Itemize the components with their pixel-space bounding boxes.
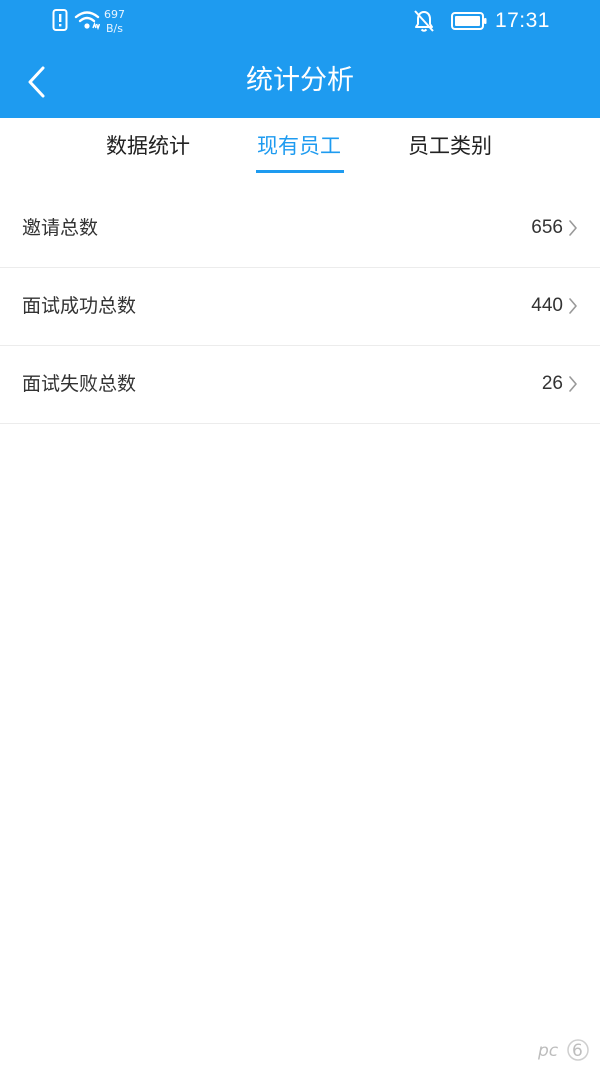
chevron-right-icon — [569, 298, 577, 314]
battery-icon — [450, 12, 487, 30]
status-bar-left: 697 B/s — [52, 8, 125, 36]
tab-bar: 数据统计 现有员工 员工类别 — [0, 118, 600, 182]
list-item-value-group: 440 — [531, 292, 578, 320]
network-speed-value: 697 — [104, 8, 125, 21]
list-item-value-group: 656 — [531, 214, 578, 242]
page-title: 统计分析 — [246, 65, 354, 96]
list-item-invite-total[interactable]: 邀请总数 656 — [0, 190, 600, 268]
list-item-value: 440 — [531, 295, 563, 316]
network-speed-unit: B/s — [106, 22, 123, 35]
tab-employee-categories[interactable]: 员工类别 — [408, 131, 492, 171]
alert-icon — [52, 9, 68, 31]
tab-current-employees[interactable]: 现有员工 — [257, 131, 341, 171]
pc6-watermark-logo: pc 6 — [537, 1039, 589, 1061]
list-item-value: 656 — [531, 217, 563, 238]
list-item-label: 面试失败总数 — [22, 373, 137, 395]
list-item-label: 面试成功总数 — [22, 295, 137, 317]
svg-text:6: 6 — [572, 1041, 583, 1061]
status-bar: 697 B/s 17:31 — [0, 0, 600, 44]
list-item-interview-fail-total[interactable]: 面试失败总数 26 — [0, 346, 600, 424]
list-item-value-group: 26 — [542, 370, 578, 398]
chevron-right-icon — [569, 376, 577, 392]
tab-data-statistics[interactable]: 数据统计 — [106, 131, 190, 171]
svg-text:pc: pc — [537, 1041, 559, 1061]
list-item-interview-success-total[interactable]: 面试成功总数 440 — [0, 268, 600, 346]
network-speed: 697 B/s — [104, 8, 125, 36]
chevron-right-icon — [569, 220, 577, 236]
list-item-value: 26 — [541, 373, 563, 394]
active-tab-indicator — [256, 170, 344, 173]
app-header: 697 B/s 17:31 统计分析 — [0, 0, 600, 118]
wifi-icon — [74, 11, 100, 31]
status-bar-right: 17:31 — [413, 9, 550, 33]
bell-off-icon — [414, 10, 434, 32]
statistics-list: 邀请总数 656 面试成功总数 440 面试失败总数 26 — [0, 190, 600, 424]
status-time: 17:31 — [494, 9, 550, 32]
list-item-label: 邀请总数 — [22, 217, 99, 239]
